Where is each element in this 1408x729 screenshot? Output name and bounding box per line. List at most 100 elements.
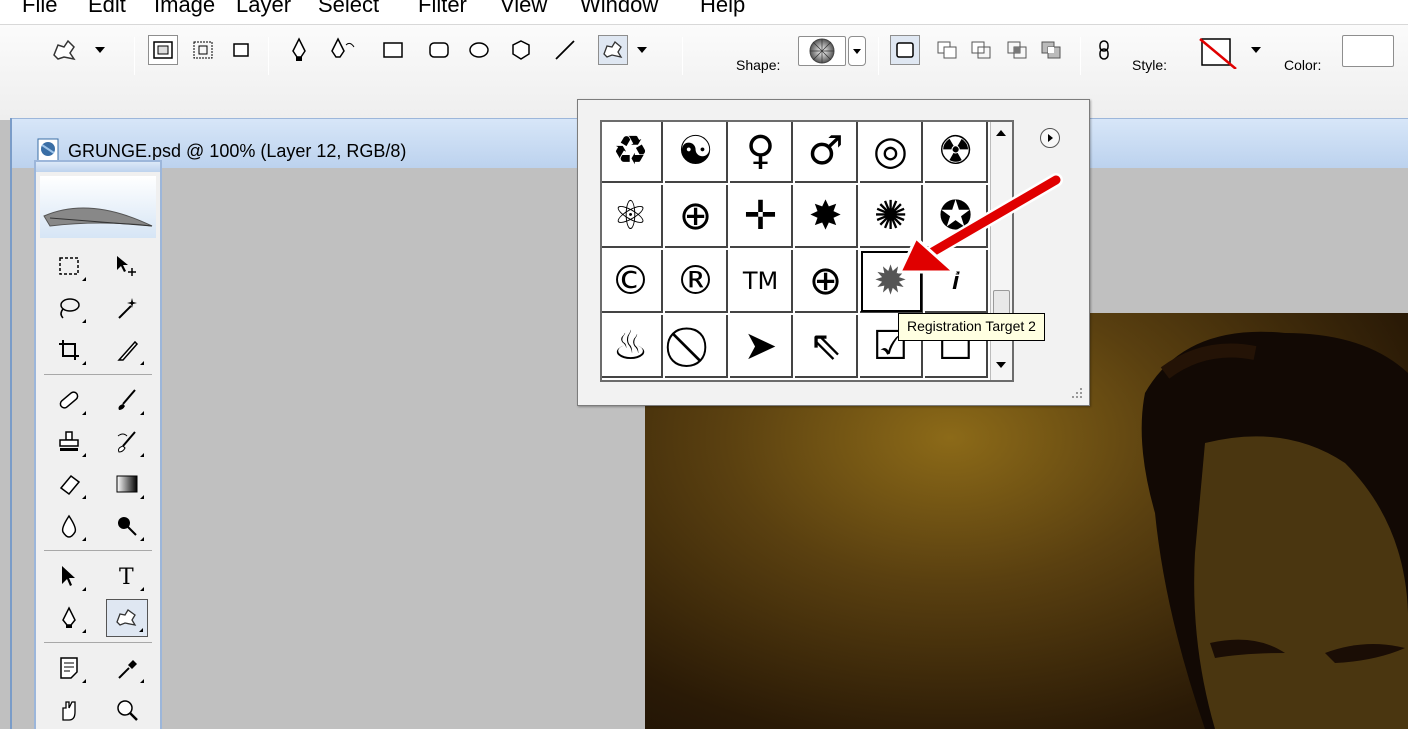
- chevron-down-icon[interactable]: [1248, 35, 1264, 65]
- path-selection-tool-icon[interactable]: [48, 557, 90, 595]
- atom-icon: ⚛: [612, 192, 649, 239]
- tools-divider: [44, 550, 152, 551]
- shape-burst[interactable]: ✸: [795, 185, 858, 248]
- menu-help[interactable]: Help: [700, 0, 745, 18]
- shape-registration-target[interactable]: ⊕: [795, 250, 858, 313]
- menu-window[interactable]: Window: [580, 0, 658, 18]
- red-annotation-arrow: [897, 173, 1063, 274]
- rectangle-icon[interactable]: [378, 35, 408, 65]
- document-title: GRUNGE.psd @ 100% (Layer 12, RGB/8): [68, 141, 407, 161]
- menu-view[interactable]: View: [500, 0, 547, 18]
- freeform-pen-icon[interactable]: [328, 35, 358, 65]
- eyedropper-tool-icon[interactable]: [106, 649, 148, 687]
- shape-arrow-cursor[interactable]: ➤: [730, 315, 793, 378]
- lasso-tool-icon[interactable]: [48, 289, 90, 327]
- style-none-swatch[interactable]: [1196, 35, 1242, 70]
- blur-tool-icon[interactable]: [48, 507, 90, 545]
- menu-layer[interactable]: Layer: [236, 0, 291, 18]
- shape-yin-yang[interactable]: ☯: [665, 122, 728, 183]
- marquee-tool-icon[interactable]: [48, 247, 90, 285]
- brush-tool-icon[interactable]: [106, 381, 148, 419]
- zoom-tool-icon[interactable]: [106, 691, 148, 729]
- menu-file[interactable]: File: [22, 0, 57, 18]
- shape-copyright[interactable]: ©: [602, 250, 663, 313]
- burst-icon: ✸: [808, 192, 843, 239]
- shape-male[interactable]: ♂: [795, 122, 858, 183]
- shape-female[interactable]: ♀: [730, 122, 793, 183]
- picker-menu-icon[interactable]: [1040, 128, 1060, 148]
- paths-icon[interactable]: [188, 35, 218, 65]
- separator: [268, 37, 269, 75]
- tools-divider: [44, 642, 152, 643]
- eraser-tool-icon[interactable]: [48, 465, 90, 503]
- new-shape-layer-icon[interactable]: [890, 35, 920, 65]
- color-label: Color:: [1284, 57, 1322, 73]
- menu-select[interactable]: Select: [318, 0, 379, 18]
- magic-wand-tool-icon[interactable]: [106, 289, 148, 327]
- clone-stamp-tool-icon[interactable]: [48, 423, 90, 461]
- shape-layers-icon[interactable]: [148, 35, 178, 65]
- move-tool-icon[interactable]: [106, 247, 148, 285]
- rounded-rectangle-icon[interactable]: [424, 35, 454, 65]
- intersect-shape-areas-icon[interactable]: [1002, 35, 1032, 65]
- scroll-up-icon[interactable]: [996, 130, 1006, 136]
- chevron-down-icon[interactable]: [634, 35, 650, 65]
- dodge-tool-icon[interactable]: [106, 507, 148, 545]
- separator: [682, 37, 683, 75]
- recycle-icon: ♻: [612, 127, 649, 174]
- shape-recycle[interactable]: ♻: [602, 122, 663, 183]
- separator: [878, 37, 879, 75]
- polygon-icon[interactable]: [506, 35, 536, 65]
- ellipse-icon[interactable]: [464, 35, 494, 65]
- tools-panel: T: [34, 160, 162, 729]
- shape-preview[interactable]: [798, 36, 846, 66]
- history-brush-tool-icon[interactable]: [106, 423, 148, 461]
- shape-dropdown-button[interactable]: [848, 36, 866, 66]
- hand-tool-icon[interactable]: [48, 691, 90, 729]
- subtract-from-shape-area-icon[interactable]: [966, 35, 996, 65]
- fill-pixels-icon[interactable]: [226, 35, 256, 65]
- pen-tool-icon[interactable]: [48, 599, 90, 637]
- shape-registered[interactable]: ®: [665, 250, 728, 313]
- custom-shape-tool-icon[interactable]: [106, 599, 148, 637]
- color-swatch[interactable]: [1342, 35, 1394, 67]
- shape-no-symbol[interactable]: ⃠: [665, 315, 728, 378]
- shape-label: Shape:: [736, 57, 781, 73]
- female-icon: ♀: [745, 127, 776, 174]
- shape-atom[interactable]: ⚛: [602, 185, 663, 248]
- shape-arrow-cursor-outline[interactable]: ⇖: [795, 315, 858, 378]
- custom-shape-preset-icon[interactable]: [50, 35, 80, 65]
- crop-tool-icon[interactable]: [48, 331, 90, 369]
- line-icon[interactable]: [550, 35, 580, 65]
- feather-logo: [40, 176, 156, 238]
- male-icon: ♂: [807, 127, 844, 174]
- healing-brush-tool-icon[interactable]: [48, 381, 90, 419]
- shape-fire[interactable]: ♨: [602, 315, 663, 378]
- shape-globe[interactable]: ⊕: [665, 185, 728, 248]
- tooltip: Registration Target 2: [898, 313, 1045, 341]
- copyright-icon: ©: [610, 257, 651, 304]
- menu-edit[interactable]: Edit: [88, 0, 126, 18]
- chevron-down-icon[interactable]: [92, 35, 108, 65]
- shape-compass[interactable]: ✛: [730, 185, 793, 248]
- add-to-shape-area-icon[interactable]: [932, 35, 962, 65]
- arrow-cursor-icon: ➤: [743, 322, 778, 369]
- scroll-down-icon[interactable]: [996, 362, 1006, 368]
- yin-yang-icon: ☯: [677, 127, 714, 174]
- arrow-cursor-outline-icon: ⇖: [808, 322, 843, 369]
- exclude-overlapping-shape-areas-icon[interactable]: [1036, 35, 1066, 65]
- link-icon[interactable]: [1092, 35, 1116, 65]
- shape-trademark[interactable]: TM: [730, 250, 793, 313]
- trademark-icon: TM: [742, 266, 779, 295]
- slice-tool-icon[interactable]: [106, 331, 148, 369]
- menu-filter[interactable]: Filter: [418, 0, 467, 18]
- menu-image[interactable]: Image: [154, 0, 215, 18]
- gradient-tool-icon[interactable]: [106, 465, 148, 503]
- notes-tool-icon[interactable]: [48, 649, 90, 687]
- style-label: Style:: [1132, 57, 1168, 73]
- custom-shape-icon[interactable]: [598, 35, 628, 65]
- pen-icon[interactable]: [284, 35, 314, 65]
- type-tool-icon[interactable]: T: [106, 557, 148, 595]
- tools-panel-header[interactable]: [36, 162, 160, 172]
- resize-grip-icon[interactable]: [1071, 387, 1083, 399]
